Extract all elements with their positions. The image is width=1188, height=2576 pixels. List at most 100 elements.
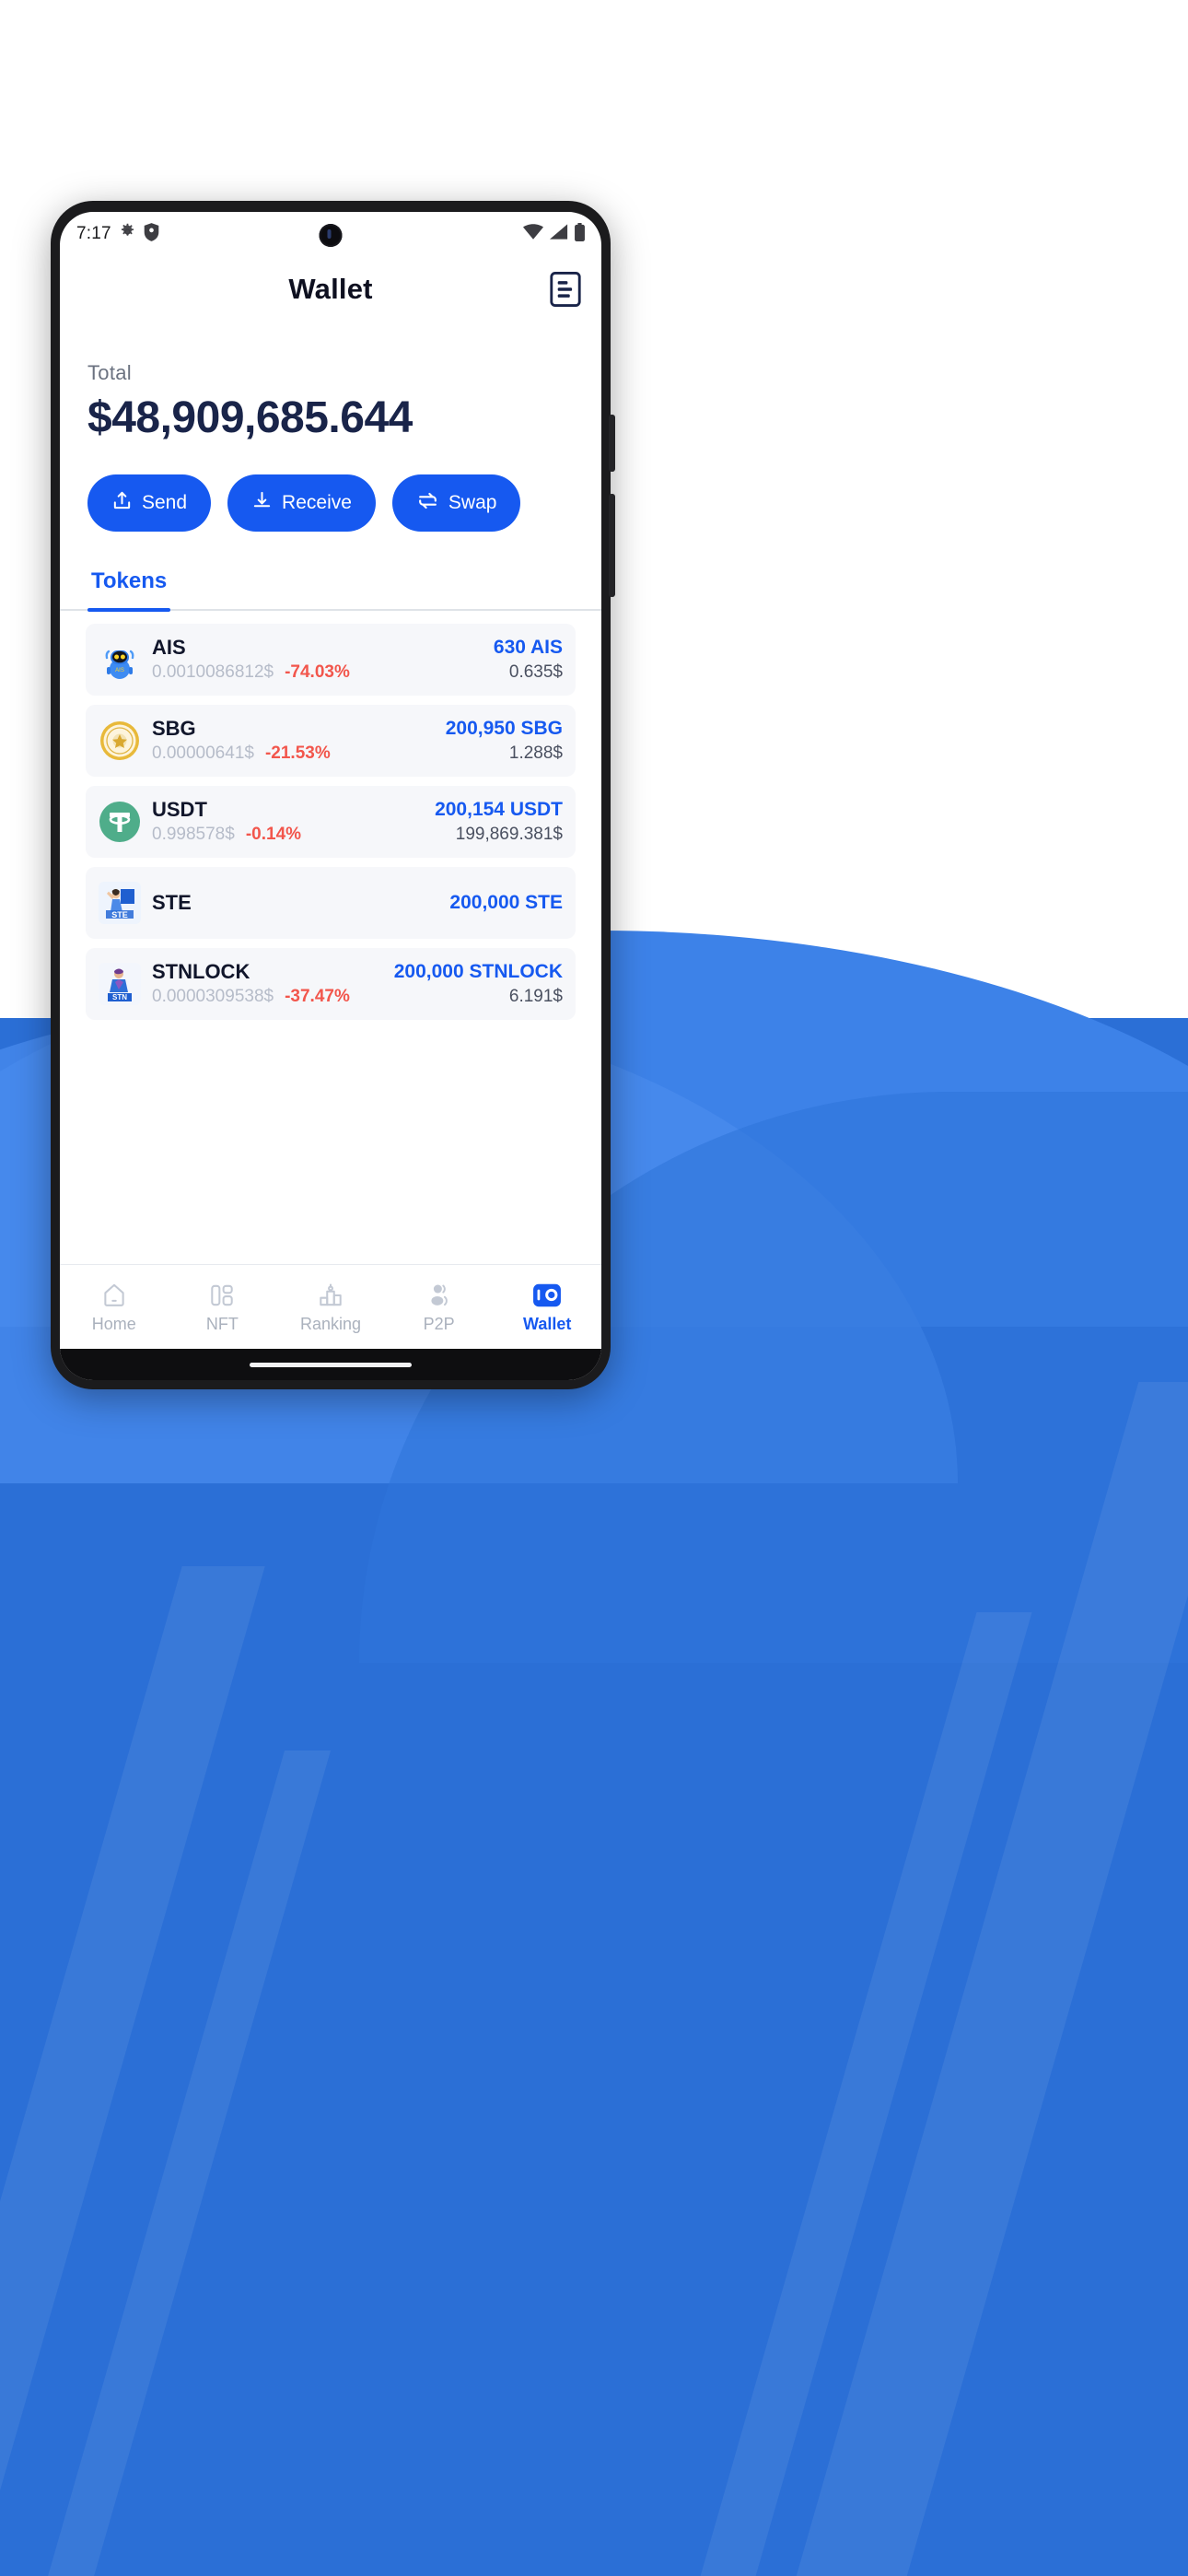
wallet-actions: Send Receive Swap [60,443,601,532]
token-holdings: 200,950 SBG 1.288$ [446,718,563,763]
nft-icon [208,1281,236,1310]
token-holdings: 200,000 STNLOCK 6.191$ [394,961,563,1006]
send-label: Send [142,492,188,513]
gesture-navigation-bar[interactable] [60,1349,601,1380]
token-symbol: AIS [152,636,186,660]
token-change: -74.03% [285,662,350,682]
total-balance-section: Total $48,909,685.644 [60,322,601,443]
sbg-gold-coin-icon [99,720,141,762]
phone-screen: 7:17 Wallet Total $48,909,685.644 Send R… [60,212,601,1380]
token-holdings: 200,154 USDT 199,869.381$ [435,799,563,844]
svg-text:AIS: AIS [115,668,124,673]
nav-item-home[interactable]: Home [60,1281,169,1334]
ste-character-icon: STE [99,882,141,924]
token-value: 199,869.381$ [455,824,563,844]
token-change: -0.14% [245,824,302,844]
tab-tokens[interactable]: Tokens [87,568,171,612]
gesture-handle[interactable] [250,1362,412,1367]
volume-button[interactable] [609,494,615,597]
status-bar: 7:17 [60,212,601,256]
swap-icon [416,489,439,518]
token-holdings: 630 AIS 0.635$ [494,637,563,682]
p2p-icon [425,1281,453,1310]
document-list-icon[interactable] [550,272,581,308]
token-change: -21.53% [264,743,331,763]
token-value: 1.288$ [508,743,563,763]
receive-label: Receive [282,492,352,513]
token-amount: 200,000 STNLOCK [393,961,563,983]
token-symbol: USDT [152,798,207,822]
token-change: -37.47% [285,986,350,1006]
token-meta: 0.00000641$ -21.53% [152,744,446,764]
bottom-navigation: Home NFT Ranking P2P Wallet [60,1264,601,1349]
nav-item-ranking[interactable]: Ranking [276,1281,385,1334]
signal-icon [550,224,568,244]
battery-icon [575,222,585,246]
token-amount: 630 AIS [493,637,563,659]
nav-label-wallet: Wallet [523,1314,572,1333]
stnlock-character-icon: STN [99,963,141,1005]
svg-text:STN: STN [112,993,127,1001]
camera-punch-hole [319,224,343,247]
download-icon [251,490,273,517]
token-info: SBG 0.00000641$ -21.53% [152,718,446,764]
token-value: 6.191$ [508,986,563,1006]
token-holdings: 200,000 STE [449,892,563,914]
power-button[interactable] [609,415,615,472]
total-label: Total [87,361,132,384]
svg-text:STE: STE [111,910,128,919]
nav-label-home: Home [91,1314,136,1333]
home-icon [100,1281,128,1310]
token-symbol: STE [152,890,192,914]
table-row[interactable]: STN STNLOCK 0.0000309538$ -37.47% 200,00… [86,948,576,1020]
nav-label-ranking: Ranking [299,1314,361,1333]
nav-label-p2p: P2P [423,1314,455,1333]
shield-icon [144,222,159,246]
nav-item-wallet[interactable]: Wallet [493,1281,601,1334]
token-info: STE [152,890,449,915]
token-info: AIS 0.0010086812$ -74.03% [152,637,494,683]
swap-label: Swap [448,492,497,513]
table-row[interactable]: STE STE 200,000 STE [86,867,576,939]
ais-robot-icon: AIS [99,638,141,681]
token-price: 0.0010086812$ [152,662,274,682]
nav-item-nft[interactable]: NFT [169,1281,277,1334]
gear-icon [119,223,136,245]
nav-item-p2p[interactable]: P2P [385,1281,494,1334]
app-bar: Wallet [60,256,601,322]
table-row[interactable]: USDT 0.998578$ -0.14% 200,154 USDT 199,8… [86,786,576,858]
total-amount: $48,909,685.644 [87,393,413,442]
send-button[interactable]: Send [87,474,212,532]
wallet-icon [532,1281,562,1310]
token-price: 0.998578$ [152,824,235,844]
token-meta: 0.0010086812$ -74.03% [152,662,494,683]
wallet-tabs: Tokens [60,568,601,612]
token-list[interactable]: AIS AIS 0.0010086812$ -74.03% 630 AIS 0.… [60,611,601,1264]
token-amount: 200,154 USDT [435,799,563,821]
token-amount: 200,000 STE [449,891,563,913]
status-time: 7:17 [76,224,111,243]
nav-label-nft: NFT [205,1314,239,1333]
swap-button[interactable]: Swap [391,474,521,532]
status-bar-left: 7:17 [76,222,159,246]
page-title: Wallet [288,273,373,305]
table-row[interactable]: SBG 0.00000641$ -21.53% 200,950 SBG 1.28… [86,705,576,777]
usdt-tether-icon [99,801,141,843]
token-value: 0.635$ [508,662,563,682]
token-price: 0.0000309538$ [152,986,274,1006]
token-info: USDT 0.998578$ -0.14% [152,799,435,845]
phone-device-frame: 7:17 Wallet Total $48,909,685.644 Send R… [51,201,615,1389]
ranking-icon [317,1281,344,1310]
token-amount: 200,950 SBG [445,718,563,740]
token-meta: 0.0000309538$ -37.47% [152,987,394,1007]
token-price: 0.00000641$ [152,743,254,763]
token-meta: 0.998578$ -0.14% [152,825,435,845]
wifi-icon [523,224,543,244]
upload-icon [111,490,133,517]
table-row[interactable]: AIS AIS 0.0010086812$ -74.03% 630 AIS 0.… [86,624,576,696]
token-symbol: STNLOCK [152,960,250,984]
token-symbol: SBG [152,717,196,741]
status-bar-right [523,222,585,246]
token-info: STNLOCK 0.0000309538$ -37.47% [152,961,394,1007]
receive-button[interactable]: Receive [227,474,376,532]
